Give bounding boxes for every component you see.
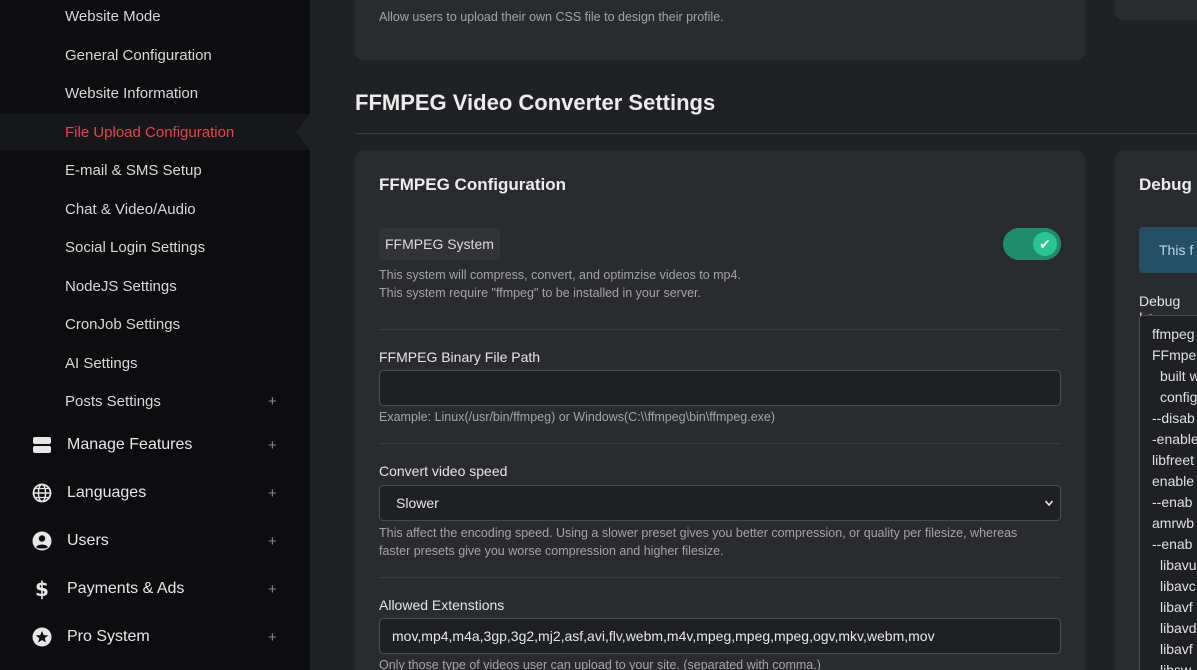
sidebar-item-nodejs-settings[interactable]: NodeJS Settings <box>0 268 310 304</box>
sidebar-item-email-sms-setup[interactable]: E-mail & SMS Setup <box>0 152 310 188</box>
debug-info-text: This f <box>1159 242 1194 258</box>
log-line: -enable <box>1152 431 1197 447</box>
chevron-down-icon <box>1044 496 1054 513</box>
debug-title: Debug <box>1139 175 1192 194</box>
right-top-card <box>1115 0 1197 20</box>
plus-icon[interactable]: + <box>268 485 277 502</box>
log-line: config <box>1160 389 1197 405</box>
sidebar-item-website-mode[interactable]: Website Mode <box>0 0 310 34</box>
allowed-extensions-label: Allowed Extenstions <box>379 597 505 613</box>
css-upload-description: Allow users to upload their own CSS file… <box>379 10 724 24</box>
sidebar-item-label: AI Settings <box>65 354 138 372</box>
sidebar-item-pro-system[interactable]: Pro System + <box>0 615 310 659</box>
section-title: FFMPEG Video Converter Settings <box>355 90 716 115</box>
sidebar-item-payments-ads[interactable]: $ Payments & Ads + <box>0 567 310 611</box>
debug-info-alert: This f <box>1139 227 1197 273</box>
log-line: FFmpe <box>1152 347 1197 363</box>
sidebar-item-cronjob-settings[interactable]: CronJob Settings <box>0 306 310 342</box>
log-line: enable <box>1152 473 1195 489</box>
binary-path-hint: Example: Linux(/usr/bin/ffmpeg) or Windo… <box>379 410 776 424</box>
sidebar-item-posts-settings[interactable]: Posts Settings + <box>0 383 310 419</box>
log-line: libavu <box>1160 557 1197 573</box>
sidebar-item-label: Pro System <box>67 628 150 645</box>
sidebar-item-file-upload-configuration[interactable]: File Upload Configuration <box>0 114 310 150</box>
sidebar-item-label: Users <box>67 532 109 549</box>
features-icon <box>31 434 53 456</box>
convert-speed-select[interactable]: Slower <box>379 485 1061 521</box>
sidebar-item-label: Manage Features <box>67 436 193 453</box>
log-line: --enab <box>1152 494 1193 510</box>
globe-icon <box>31 482 53 504</box>
sidebar-item-social-login-settings[interactable]: Social Login Settings <box>0 229 310 265</box>
divider <box>379 577 1061 578</box>
convert-speed-label: Convert video speed <box>379 463 508 479</box>
sidebar-item-label: Social Login Settings <box>65 238 206 256</box>
binary-path-input[interactable] <box>379 370 1061 406</box>
plus-icon[interactable]: + <box>268 533 277 550</box>
convert-speed-value: Slower <box>396 495 439 511</box>
log-line: --enab <box>1152 536 1193 552</box>
user-icon <box>31 530 53 552</box>
dollar-icon: $ <box>31 578 53 600</box>
ffmpeg-system-desc-1: This system will compress, convert, and … <box>379 268 741 282</box>
log-line: libsw <box>1160 662 1192 670</box>
log-line: libavf <box>1160 641 1193 657</box>
log-line: amrwb <box>1152 515 1195 531</box>
plus-icon[interactable]: + <box>268 629 277 646</box>
plus-icon[interactable]: + <box>268 393 277 410</box>
section-divider <box>355 133 1197 134</box>
log-line: --disab <box>1152 410 1195 426</box>
sidebar-item-label: Website Information <box>65 84 199 102</box>
ffmpeg-system-toggle[interactable]: ✔ <box>1003 228 1061 260</box>
sidebar-item-label: General Configuration <box>65 46 212 64</box>
log-line: libavc <box>1160 578 1196 594</box>
plus-icon[interactable]: + <box>268 581 277 598</box>
sidebar-item-label: CronJob Settings <box>65 315 181 333</box>
sidebar-item-label: Payments & Ads <box>67 580 185 597</box>
divider <box>379 329 1061 330</box>
allowed-extensions-hint: Only those type of videos user can uploa… <box>379 658 821 670</box>
debug-log-textarea[interactable]: ffmpeg FFmpe built w config --disab -ena… <box>1139 315 1197 670</box>
sidebar-item-label: Website Mode <box>65 7 161 25</box>
active-indicator <box>296 114 310 150</box>
sidebar-item-ai-settings[interactable]: AI Settings <box>0 345 310 381</box>
sidebar-item-label: Chat & Video/Audio <box>65 200 196 218</box>
sidebar-item-general-configuration[interactable]: General Configuration <box>0 37 310 73</box>
sidebar-item-label: NodeJS Settings <box>65 277 177 295</box>
log-line: ffmpeg <box>1152 326 1195 342</box>
plus-icon[interactable]: + <box>268 437 277 454</box>
log-line: libavd <box>1160 620 1197 636</box>
sidebar-item-website-information[interactable]: Website Information <box>0 75 310 111</box>
sidebar-item-label: Posts Settings <box>65 392 161 410</box>
log-line: libavf <box>1160 599 1193 615</box>
sidebar-item-languages[interactable]: Languages + <box>0 471 310 515</box>
binary-path-label: FFMPEG Binary File Path <box>379 349 541 365</box>
allowed-extensions-input[interactable]: mov,mp4,m4a,3gp,3g2,mj2,asf,avi,flv,webm… <box>379 618 1061 654</box>
convert-speed-hint-2: faster presets give you worse compressio… <box>379 544 724 558</box>
sidebar-item-chat-video-audio[interactable]: Chat & Video/Audio <box>0 191 310 227</box>
log-line: built w <box>1160 368 1197 384</box>
check-icon: ✔ <box>1033 232 1057 256</box>
divider <box>379 443 1061 444</box>
svg-text:$: $ <box>35 578 49 600</box>
ffmpeg-system-label: FFMPEG System <box>379 228 500 260</box>
sidebar-item-users[interactable]: Users + <box>0 519 310 563</box>
sidebar-item-label: E-mail & SMS Setup <box>65 161 202 179</box>
star-icon <box>31 626 53 648</box>
ffmpeg-system-desc-2: This system require "ffmpeg" to be insta… <box>379 286 701 300</box>
log-line: libfreet <box>1152 452 1195 468</box>
sidebar-item-label: File Upload Configuration <box>65 123 235 141</box>
sidebar-item-label: Languages <box>67 484 147 501</box>
sidebar-item-manage-features[interactable]: Manage Features + <box>0 423 310 467</box>
ffmpeg-config-title: FFMPEG Configuration <box>379 175 566 194</box>
convert-speed-hint-1: This affect the encoding speed. Using a … <box>379 526 1018 540</box>
sidebar: Website Mode General Configuration Websi… <box>0 0 310 670</box>
css-upload-card: Allow users to upload their own CSS file… <box>355 0 1085 60</box>
